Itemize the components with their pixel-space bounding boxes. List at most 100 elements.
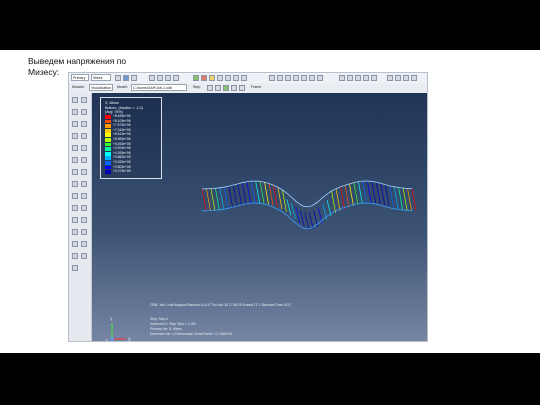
allow-multiple-icon[interactable] (81, 133, 87, 139)
fit-icon[interactable] (241, 75, 247, 81)
mesh-element (250, 181, 256, 204)
mesh-element (219, 187, 225, 210)
overlay-icon[interactable] (81, 193, 87, 199)
state-block-line-5: Deformed Var: U Deformation Scale Factor… (150, 332, 233, 336)
mesh-element (215, 188, 220, 211)
mesh-element (340, 186, 345, 209)
view-cut-icon[interactable] (72, 181, 78, 187)
replace-icon[interactable] (81, 217, 87, 223)
legend-icon[interactable] (395, 75, 401, 81)
report-icon[interactable] (81, 169, 87, 175)
field-output-icon[interactable] (72, 157, 78, 163)
module-label: Module: (72, 85, 85, 89)
light-icon[interactable] (371, 75, 377, 81)
print-icon[interactable] (165, 75, 171, 81)
mesh-element (232, 185, 238, 208)
mesh-element (358, 181, 363, 204)
mesh-element (362, 181, 368, 204)
pencil-icon[interactable] (72, 265, 78, 271)
top-black-bar (0, 0, 540, 50)
view-right-icon[interactable] (309, 75, 315, 81)
prev-frame-icon[interactable] (215, 85, 221, 91)
mesh-element (411, 188, 417, 211)
state-block-line-1: ODB: Job-1.odb Abaqus/Standard 6.14-5 Th… (150, 303, 291, 307)
mesh-element (273, 185, 278, 208)
animate-icon[interactable] (223, 85, 229, 91)
save-icon[interactable] (157, 75, 163, 81)
last-frame-icon[interactable] (239, 85, 245, 91)
view-iso-icon[interactable] (317, 75, 323, 81)
render-icon[interactable] (339, 75, 345, 81)
view-front-icon[interactable] (269, 75, 275, 81)
mesh-element (291, 203, 296, 220)
stop-icon[interactable] (201, 75, 207, 81)
pan-icon[interactable] (233, 75, 239, 81)
mesh-element (246, 181, 252, 204)
zoom-icon[interactable] (217, 75, 223, 81)
material-orientation-icon[interactable] (72, 133, 78, 139)
annotation-icon[interactable] (81, 241, 87, 247)
xy-data-icon[interactable] (81, 157, 87, 163)
plot-deformed-icon[interactable] (81, 109, 87, 115)
superimpose-icon[interactable] (72, 205, 78, 211)
symbol-plot-icon[interactable] (81, 121, 87, 127)
view-back-icon[interactable] (277, 75, 283, 81)
perspective-icon[interactable] (363, 75, 369, 81)
animate-time-icon[interactable] (81, 145, 87, 151)
shaded-icon[interactable] (355, 75, 361, 81)
path-icon[interactable] (72, 169, 78, 175)
wireframe-icon[interactable] (347, 75, 353, 81)
state-block-icon[interactable] (411, 75, 417, 81)
mesh-element (206, 188, 211, 211)
highlight-icon[interactable] (209, 75, 215, 81)
next-frame-icon[interactable] (231, 85, 237, 91)
mesh-element (371, 181, 377, 204)
display-group-icon[interactable] (81, 181, 87, 187)
mesh-element (344, 185, 350, 208)
animate-scale-icon[interactable] (72, 145, 78, 151)
contour-plot-icon[interactable] (72, 121, 78, 127)
query-icon[interactable] (81, 97, 87, 103)
mesh-element (375, 182, 381, 205)
text-icon[interactable] (72, 253, 78, 259)
primary-dropdown[interactable]: Primary (71, 74, 89, 81)
mesh-element (304, 212, 310, 229)
bottom-black-bar (0, 353, 540, 405)
mesh-element (210, 188, 216, 211)
mesh-element (398, 187, 403, 210)
step-icon[interactable] (131, 75, 137, 81)
triad-icon[interactable] (387, 75, 393, 81)
play-icon[interactable] (193, 75, 199, 81)
deform-icon[interactable] (115, 75, 121, 81)
create-display-group-icon[interactable] (72, 217, 78, 223)
mesh-element (237, 183, 243, 206)
arrow-icon[interactable] (81, 253, 87, 259)
mesh-element (380, 183, 386, 206)
view-top-icon[interactable] (285, 75, 291, 81)
common-options-icon[interactable] (72, 193, 78, 199)
state-block-line-2: Step: Step-1 (150, 317, 169, 321)
module-dropdown[interactable]: Visualization (89, 84, 113, 91)
plot-undeformed-icon[interactable] (72, 109, 78, 115)
mesh-element (393, 186, 399, 209)
view-left-icon[interactable] (301, 75, 307, 81)
frame-label: Frame (251, 85, 262, 89)
model-dropdown[interactable]: C:/Users/AAP/Job-1.odb (131, 84, 187, 91)
mesh-element (366, 180, 372, 204)
mesh-element (223, 187, 229, 210)
title-block-icon[interactable] (403, 75, 409, 81)
viewport[interactable]: S, Mises Bottom, (fraction = -1.0) (Avg:… (92, 93, 427, 344)
contour-icon[interactable] (123, 75, 129, 81)
probe-icon[interactable] (72, 97, 78, 103)
first-frame-icon[interactable] (207, 85, 213, 91)
rotate-icon[interactable] (225, 75, 231, 81)
mesh-element (201, 188, 207, 211)
stream-icon[interactable] (72, 229, 78, 235)
open-icon[interactable] (149, 75, 155, 81)
home-icon[interactable] (173, 75, 179, 81)
variable-dropdown[interactable]: Mises (91, 74, 111, 81)
free-body-icon[interactable] (81, 205, 87, 211)
view-manager-icon[interactable] (72, 241, 78, 247)
view-bottom-icon[interactable] (293, 75, 299, 81)
odb-icon[interactable] (81, 229, 87, 235)
